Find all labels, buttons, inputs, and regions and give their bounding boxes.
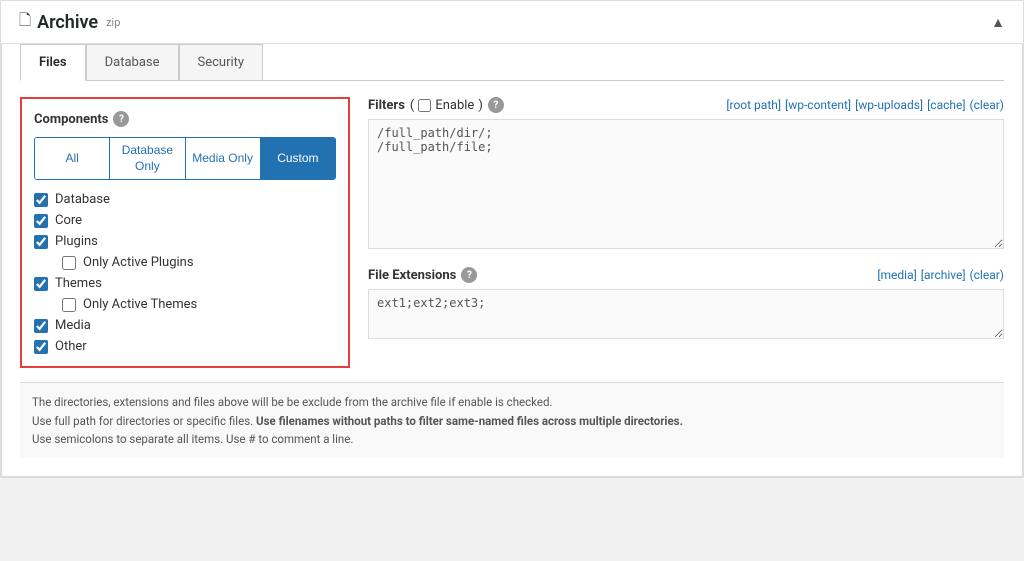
checkbox-plugins-label: Plugins [55, 234, 98, 249]
checkbox-themes-label: Themes [55, 276, 102, 291]
extensions-help-icon[interactable]: ? [461, 267, 477, 283]
ext-link-media[interactable]: [media] [877, 268, 916, 282]
components-help-icon[interactable]: ? [113, 111, 129, 127]
filters-enable-checkbox[interactable] [418, 99, 431, 112]
comp-btn-all[interactable]: All [35, 138, 110, 179]
extensions-section: File Extensions ? [media] [archive] (cle… [368, 267, 1004, 343]
footer-line1: The directories, extensions and files ab… [32, 393, 992, 411]
extensions-links: [media] [archive] (clear) [877, 268, 1004, 282]
filters-textarea[interactable]: /full_path/dir/; /full_path/file; [368, 119, 1004, 249]
filters-help-icon[interactable]: ? [488, 97, 504, 113]
filter-link-clear[interactable]: (clear) [970, 98, 1004, 112]
body-row: Components ? All Database Only Media Onl… [20, 81, 1004, 368]
filters-enable-label: Enable [435, 98, 474, 113]
checkbox-database[interactable]: Database [34, 192, 336, 207]
page-title: Archive [37, 12, 98, 33]
filter-link-wp-content[interactable]: [wp-content] [785, 98, 851, 112]
right-panel: Filters ( Enable) ? [root path] [wp-cont… [368, 97, 1004, 368]
components-heading: Components ? [34, 111, 336, 127]
extensions-label: File Extensions [368, 268, 456, 283]
checkbox-themes[interactable]: Themes [34, 276, 336, 291]
checkbox-list: Database Core Plugins Only [34, 192, 336, 354]
filter-link-root-path[interactable]: [root path] [726, 98, 781, 112]
filters-label: Filters [368, 98, 405, 113]
checkbox-themes-input[interactable] [34, 277, 48, 291]
checkbox-database-label: Database [55, 192, 110, 207]
page-header: 🗋 Archive zip ▲ [1, 1, 1023, 44]
footer-line3: Use semicolons to separate all items. Us… [32, 430, 992, 448]
filters-title: Filters ( Enable) ? [368, 97, 504, 113]
checkbox-only-active-themes[interactable]: Only Active Themes [62, 297, 336, 312]
components-label: Components [34, 112, 108, 127]
checkbox-core-input[interactable] [34, 214, 48, 228]
checkbox-media-input[interactable] [34, 319, 48, 333]
page-wrapper: 🗋 Archive zip ▲ Files Database Security … [0, 0, 1024, 478]
tab-database[interactable]: Database [86, 44, 179, 81]
filter-link-cache[interactable]: [cache] [927, 98, 965, 112]
tab-security[interactable]: Security [179, 44, 264, 81]
footer-line2: Use full path for directories or specifi… [32, 412, 992, 430]
checkbox-only-active-plugins-label: Only Active Plugins [83, 255, 194, 270]
main-content: Files Database Security Components ? All… [1, 44, 1023, 477]
component-buttons: All Database Only Media Only Custom [34, 137, 336, 180]
checkbox-only-active-plugins-input[interactable] [62, 256, 76, 270]
filter-enable-wrapper: ( Enable) [410, 98, 483, 113]
checkbox-other[interactable]: Other [34, 339, 336, 354]
ext-link-archive[interactable]: [archive] [921, 268, 966, 282]
checkbox-only-active-themes-input[interactable] [62, 298, 76, 312]
footer-note: The directories, extensions and files ab… [20, 382, 1004, 458]
footer-line2-bold: Use filenames without paths to filter sa… [256, 414, 683, 428]
checkbox-plugins-input[interactable] [34, 235, 48, 249]
comp-btn-database-only[interactable]: Database Only [110, 138, 185, 179]
header-left: 🗋 Archive zip [19, 10, 120, 35]
comp-btn-media-only[interactable]: Media Only [186, 138, 261, 179]
extensions-title: File Extensions ? [368, 267, 477, 283]
checkbox-other-input[interactable] [34, 340, 48, 354]
checkbox-only-active-themes-label: Only Active Themes [83, 297, 197, 312]
checkbox-only-active-plugins[interactable]: Only Active Plugins [62, 255, 336, 270]
filters-links: [root path] [wp-content] [wp-uploads] [c… [726, 98, 1004, 112]
filters-section: Filters ( Enable) ? [root path] [wp-cont… [368, 97, 1004, 253]
checkbox-plugins[interactable]: Plugins [34, 234, 336, 249]
checkbox-media-label: Media [55, 318, 91, 333]
checkbox-core[interactable]: Core [34, 213, 336, 228]
checkbox-database-input[interactable] [34, 193, 48, 207]
extensions-textarea[interactable]: ext1;ext2;ext3; [368, 289, 1004, 339]
checkbox-other-label: Other [55, 339, 87, 354]
filter-link-wp-uploads[interactable]: [wp-uploads] [855, 98, 923, 112]
filters-header: Filters ( Enable) ? [root path] [wp-cont… [368, 97, 1004, 113]
archive-icon: 🗋 [19, 10, 31, 35]
extensions-header: File Extensions ? [media] [archive] (cle… [368, 267, 1004, 283]
components-panel: Components ? All Database Only Media Onl… [20, 97, 350, 368]
checkbox-core-label: Core [55, 213, 82, 228]
ext-link-clear[interactable]: (clear) [970, 268, 1004, 282]
tabs-bar: Files Database Security [20, 44, 1004, 81]
checkbox-media[interactable]: Media [34, 318, 336, 333]
collapse-icon[interactable]: ▲ [991, 14, 1005, 31]
page-subtitle: zip [106, 16, 120, 29]
tab-files[interactable]: Files [20, 44, 86, 81]
footer-line2-prefix: Use full path for directories or specifi… [32, 414, 256, 428]
comp-btn-custom[interactable]: Custom [261, 138, 335, 179]
